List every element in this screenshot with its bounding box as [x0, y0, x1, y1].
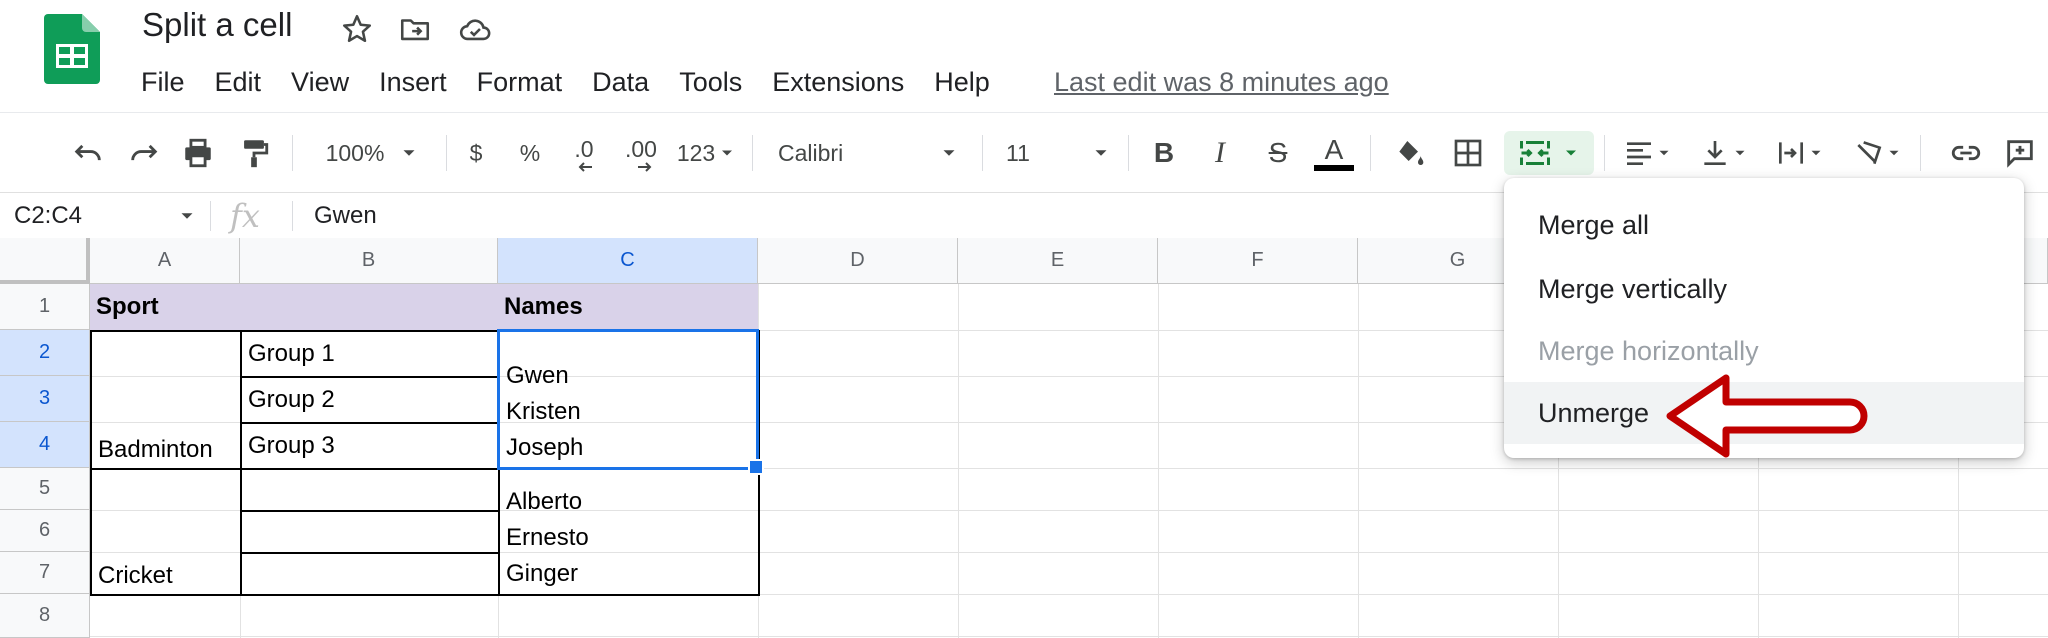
- cell-b6[interactable]: [240, 510, 500, 554]
- strikethrough-button[interactable]: S: [1258, 131, 1298, 175]
- italic-button[interactable]: I: [1200, 131, 1240, 175]
- column-header-a[interactable]: A: [90, 238, 240, 284]
- star-icon[interactable]: [340, 12, 374, 46]
- annotation-arrow-icon: [1666, 374, 1868, 458]
- merge-all-option[interactable]: Merge all: [1504, 194, 2024, 256]
- row-header-5[interactable]: 5: [0, 468, 90, 510]
- cell-b7[interactable]: [240, 552, 500, 596]
- menu-data[interactable]: Data: [577, 62, 664, 102]
- column-header-f[interactable]: F: [1158, 238, 1358, 284]
- font-family-select[interactable]: Calibri: [778, 131, 968, 175]
- row-header-4[interactable]: 4: [0, 422, 90, 468]
- menu-extensions[interactable]: Extensions: [757, 62, 919, 102]
- chevron-down-icon: [1811, 150, 1821, 156]
- decrease-decimal-button[interactable]: .0: [562, 131, 606, 175]
- row-header-1[interactable]: 1: [0, 284, 90, 330]
- bold-button[interactable]: B: [1144, 131, 1184, 175]
- selection-outline: [497, 329, 759, 470]
- text-rotation-icon[interactable]: [1846, 131, 1910, 175]
- cell-a5-merged[interactable]: Cricket: [90, 468, 242, 596]
- cell-a2-text: Badminton: [98, 436, 213, 463]
- menu-bar: File Edit View Insert Format Data Tools …: [126, 62, 1005, 102]
- text-wrapping-icon[interactable]: [1768, 131, 1832, 175]
- chevron-down-icon: [1735, 150, 1745, 156]
- cell-a5-text: Cricket: [98, 562, 173, 589]
- arrow-right-icon: [638, 162, 652, 172]
- merge-vertically-option[interactable]: Merge vertically: [1504, 258, 2024, 320]
- row-header-2[interactable]: 2: [0, 330, 90, 376]
- menu-edit[interactable]: Edit: [200, 62, 277, 102]
- currency-format-button[interactable]: $: [456, 131, 496, 175]
- cell-c5-merged[interactable]: Alberto Ernesto Ginger: [498, 468, 760, 596]
- move-folder-icon[interactable]: [398, 12, 432, 46]
- name-line: Ernesto: [506, 524, 589, 551]
- chevron-down-icon: [403, 150, 415, 156]
- chevron-down-icon: [1566, 150, 1576, 156]
- number-format-select[interactable]: 123: [674, 131, 740, 175]
- menu-tools[interactable]: Tools: [664, 62, 757, 102]
- fill-color-icon[interactable]: [1388, 131, 1432, 175]
- select-all-corner[interactable]: [0, 238, 90, 284]
- name-line: Ginger: [506, 560, 579, 587]
- insert-comment-icon[interactable]: [1998, 131, 2042, 175]
- percent-format-button[interactable]: %: [510, 131, 550, 175]
- insert-link-icon[interactable]: [1944, 131, 1988, 175]
- chevron-down-icon: [1095, 150, 1107, 156]
- menu-insert[interactable]: Insert: [364, 62, 462, 102]
- paint-format-icon[interactable]: [232, 131, 276, 175]
- name-box[interactable]: C2:C4: [14, 193, 82, 239]
- text-color-swatch: [1314, 165, 1354, 171]
- sheets-logo-icon[interactable]: [44, 14, 100, 84]
- row-header-8[interactable]: 8: [0, 594, 90, 638]
- chevron-down-icon: [722, 150, 733, 156]
- row-header-3[interactable]: 3: [0, 376, 90, 422]
- menu-file[interactable]: File: [126, 62, 200, 102]
- menu-help[interactable]: Help: [919, 62, 1005, 102]
- fill-handle[interactable]: [748, 459, 764, 475]
- undo-icon[interactable]: [66, 131, 110, 175]
- cell-a2-merged[interactable]: Badminton: [90, 330, 242, 470]
- chevron-down-icon: [1889, 150, 1899, 156]
- menu-view[interactable]: View: [276, 62, 364, 102]
- vertical-align-icon[interactable]: [1692, 131, 1756, 175]
- fx-icon: fx: [230, 197, 260, 235]
- row-header-7[interactable]: 7: [0, 552, 90, 594]
- cell-b4[interactable]: Group 3: [240, 422, 500, 470]
- cell-b3[interactable]: Group 2: [240, 376, 500, 424]
- zoom-select[interactable]: 100%: [318, 131, 428, 175]
- merge-cells-icon: [1520, 141, 1550, 165]
- name-line: Alberto: [506, 488, 583, 515]
- zoom-value: 100%: [325, 139, 385, 166]
- borders-icon[interactable]: [1446, 131, 1490, 175]
- chevron-down-icon[interactable]: [176, 205, 198, 227]
- chevron-down-icon: [943, 150, 955, 156]
- merge-cells-button[interactable]: [1504, 131, 1594, 175]
- horizontal-align-icon[interactable]: [1616, 131, 1680, 175]
- column-header-b[interactable]: B: [240, 238, 498, 284]
- column-header-e[interactable]: E: [958, 238, 1158, 284]
- redo-icon[interactable]: [122, 131, 166, 175]
- cell-b5[interactable]: [240, 468, 500, 512]
- increase-decimal-button[interactable]: .00: [616, 131, 666, 175]
- text-color-button[interactable]: A: [1312, 131, 1356, 175]
- document-title[interactable]: Split a cell: [142, 6, 292, 44]
- cloud-saved-icon[interactable]: [458, 12, 492, 46]
- column-header-d[interactable]: D: [758, 238, 958, 284]
- font-size-select[interactable]: 11: [1006, 131, 1116, 175]
- row-header-6[interactable]: 6: [0, 510, 90, 552]
- column-header-c[interactable]: C: [498, 238, 758, 284]
- formula-input[interactable]: Gwen: [314, 193, 377, 239]
- chevron-down-icon: [1659, 150, 1669, 156]
- cell-c1[interactable]: Names: [498, 284, 758, 330]
- cell-a1[interactable]: Sport: [90, 284, 498, 330]
- arrow-left-icon: [578, 162, 592, 172]
- menu-format[interactable]: Format: [462, 62, 578, 102]
- last-edit-link[interactable]: Last edit was 8 minutes ago: [1054, 62, 1389, 102]
- cell-b2[interactable]: Group 1: [240, 330, 500, 378]
- print-icon[interactable]: [176, 131, 220, 175]
